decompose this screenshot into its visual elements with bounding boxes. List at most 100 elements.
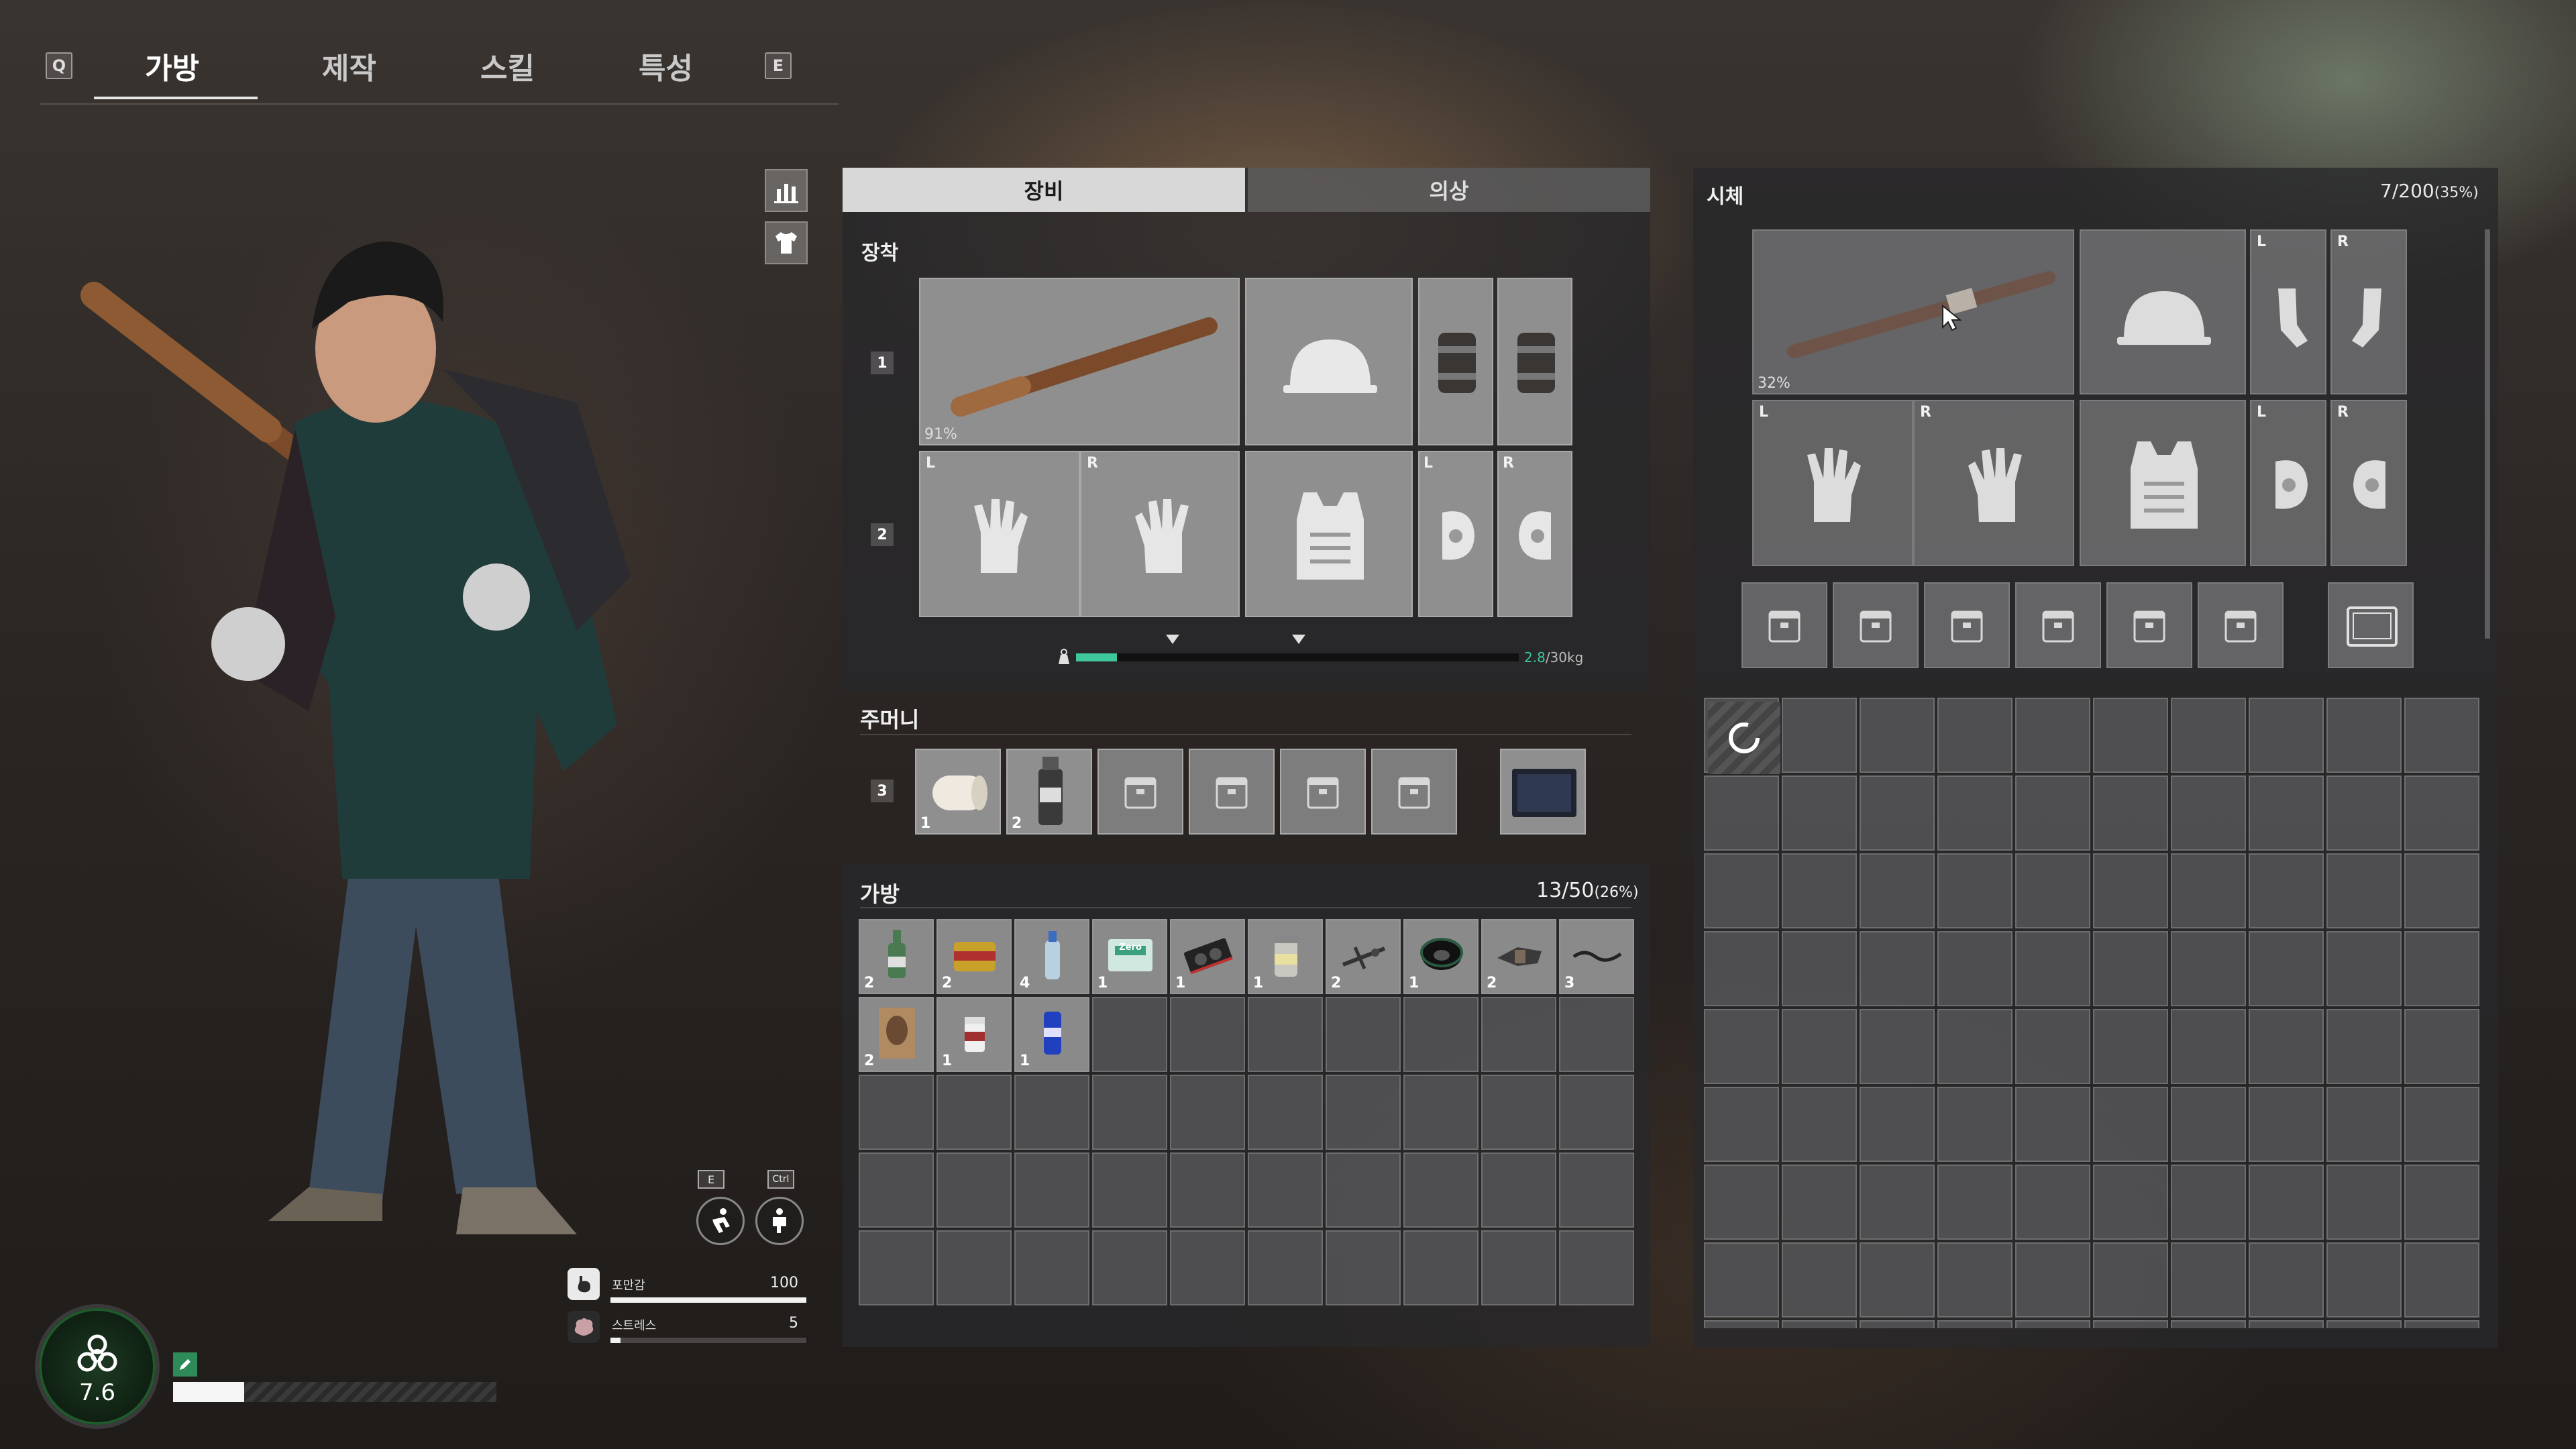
corpse-slot-empty[interactable] (1704, 853, 1779, 928)
corpse-slot-empty[interactable] (1937, 1087, 2012, 1162)
bag-slot-empty[interactable] (1092, 997, 1167, 1072)
corpse-slot-empty[interactable] (2249, 931, 2324, 1006)
tab-crafting[interactable]: 제작 (322, 44, 376, 87)
crouch-action-button[interactable] (755, 1197, 804, 1245)
corpse-slot-empty[interactable] (1937, 1165, 2012, 1240)
bag-slot-empty[interactable] (859, 1075, 934, 1150)
corpse-slot-empty[interactable] (2015, 698, 2090, 773)
bag-slot-empty[interactable] (1170, 1230, 1245, 1305)
bag-slot-empty[interactable] (936, 1230, 1012, 1305)
corpse-arm-slot-left[interactable]: L (2250, 229, 2326, 394)
corpse-slot-empty[interactable] (2015, 1009, 2090, 1084)
bag-slot-empty[interactable] (1403, 1152, 1479, 1228)
bag-item-slot[interactable]: Zero 1 (1092, 919, 1167, 994)
pocket-slot[interactable]: 2 (1006, 749, 1092, 835)
corpse-slot-empty[interactable] (2171, 931, 2246, 1006)
corpse-slot-empty[interactable] (2171, 1165, 2246, 1240)
bag-slot-empty[interactable] (1326, 1230, 1401, 1305)
corpse-slot-empty[interactable] (1937, 853, 2012, 928)
corpse-slot-empty[interactable] (2171, 1009, 2246, 1084)
bag-slot-empty[interactable] (1481, 1230, 1556, 1305)
pocket-slot-empty[interactable] (1189, 749, 1275, 835)
corpse-slot-empty[interactable] (2249, 1165, 2324, 1240)
tab-traits[interactable]: 특성 (639, 44, 693, 87)
bag-slot-empty[interactable] (1014, 1152, 1089, 1228)
corpse-slot-empty[interactable] (2326, 1009, 2402, 1084)
corpse-slot-empty[interactable] (1937, 1009, 2012, 1084)
corpse-glove-slot-right[interactable]: R (1913, 400, 2074, 566)
bag-slot-empty[interactable] (1403, 997, 1479, 1072)
tab-outfit[interactable]: 의상 (1248, 168, 1650, 212)
bag-slot-empty[interactable] (1326, 1152, 1401, 1228)
corpse-slot-empty[interactable] (2093, 1242, 2168, 1318)
bag-slot-empty[interactable] (1248, 1230, 1323, 1305)
bag-item-slot[interactable]: 1 (1403, 919, 1479, 994)
corpse-slot-empty[interactable] (2015, 1320, 2090, 1328)
glove-slot-left[interactable]: L (919, 451, 1080, 617)
corpse-slot-empty[interactable] (2404, 1009, 2479, 1084)
corpse-slot-empty[interactable] (2015, 931, 2090, 1006)
bag-item-slot[interactable]: 3 (1559, 919, 1634, 994)
corpse-slot-empty[interactable] (2093, 1165, 2168, 1240)
bag-slot-empty[interactable] (1403, 1230, 1479, 1305)
corpse-slot-empty[interactable] (2404, 698, 2479, 773)
corpse-pocket-slot[interactable] (2015, 582, 2101, 668)
bag-slot-empty[interactable] (1559, 1230, 1634, 1305)
corpse-slot-empty[interactable] (1860, 698, 1935, 773)
knee-pad-slot-right[interactable]: R (1497, 451, 1572, 617)
tab-bag[interactable]: 가방 (145, 44, 199, 87)
corpse-glove-slot-left[interactable]: L (1752, 400, 1913, 566)
bag-slot-empty[interactable] (1170, 997, 1245, 1072)
bag-slot-empty[interactable] (936, 1075, 1012, 1150)
vest-slot[interactable] (1245, 451, 1413, 617)
bag-slot-empty[interactable] (1170, 1075, 1245, 1150)
pocket-slot-empty[interactable] (1097, 749, 1183, 835)
corpse-slot-empty[interactable] (1704, 1087, 1779, 1162)
corpse-slot-empty[interactable] (1860, 1242, 1935, 1318)
bag-item-slot[interactable]: 2 (1481, 919, 1556, 994)
bag-item-slot[interactable]: 2 (859, 997, 934, 1072)
bag-slot-empty[interactable] (1559, 997, 1634, 1072)
corpse-slot-empty[interactable] (2326, 931, 2402, 1006)
corpse-slot-empty[interactable] (2093, 1087, 2168, 1162)
corpse-slot-empty[interactable] (1782, 1242, 1857, 1318)
corpse-slot-empty[interactable] (1860, 775, 1935, 851)
corpse-slot-empty[interactable] (1704, 1242, 1779, 1318)
bag-slot-empty[interactable] (1092, 1230, 1167, 1305)
corpse-helmet-slot[interactable] (2080, 229, 2246, 394)
corpse-pocket-slot[interactable] (2106, 582, 2192, 668)
corpse-slot-empty[interactable] (2171, 1320, 2246, 1328)
corpse-pocket-slot[interactable] (1741, 582, 1827, 668)
corpse-slot-empty[interactable] (2093, 775, 2168, 851)
corpse-slot-empty[interactable] (1704, 775, 1779, 851)
expand-arrow-icon[interactable] (1163, 633, 1182, 645)
corpse-vest-slot[interactable] (2080, 400, 2246, 566)
corpse-slot-empty[interactable] (2249, 1087, 2324, 1162)
corpse-slot-empty[interactable] (2015, 1087, 2090, 1162)
corpse-slot-empty[interactable] (2404, 931, 2479, 1006)
knee-pad-slot-left[interactable]: L (1418, 451, 1493, 617)
bag-slot-empty[interactable] (1559, 1152, 1634, 1228)
corpse-slot-empty[interactable] (2326, 853, 2402, 928)
corpse-arm-slot-right[interactable]: R (2330, 229, 2407, 394)
corpse-pocket-slot[interactable] (1924, 582, 2010, 668)
bag-item-slot[interactable]: 1 (1248, 919, 1323, 994)
bag-slot-empty[interactable] (859, 1230, 934, 1305)
tab-next-key[interactable]: E (765, 52, 792, 79)
corpse-slot-empty[interactable] (2171, 698, 2246, 773)
corpse-slot-empty[interactable] (1704, 1165, 1779, 1240)
bag-slot-empty[interactable] (1014, 1075, 1089, 1150)
corpse-slot-empty[interactable] (2249, 775, 2324, 851)
corpse-slot-empty[interactable] (2326, 698, 2402, 773)
bag-item-slot[interactable]: 2 (859, 919, 934, 994)
corpse-slot-empty[interactable] (2093, 698, 2168, 773)
pocket-slot-empty[interactable] (1280, 749, 1366, 835)
corpse-slot-empty[interactable] (1782, 1087, 1857, 1162)
bag-item-slot[interactable]: 2 (936, 919, 1012, 994)
corpse-slot-empty[interactable] (2404, 1087, 2479, 1162)
corpse-slot-empty[interactable] (1860, 1009, 1935, 1084)
corpse-slot-empty[interactable] (1937, 931, 2012, 1006)
corpse-slot-empty[interactable] (1860, 1165, 1935, 1240)
corpse-slot-empty[interactable] (1782, 931, 1857, 1006)
stats-button[interactable] (765, 169, 808, 212)
